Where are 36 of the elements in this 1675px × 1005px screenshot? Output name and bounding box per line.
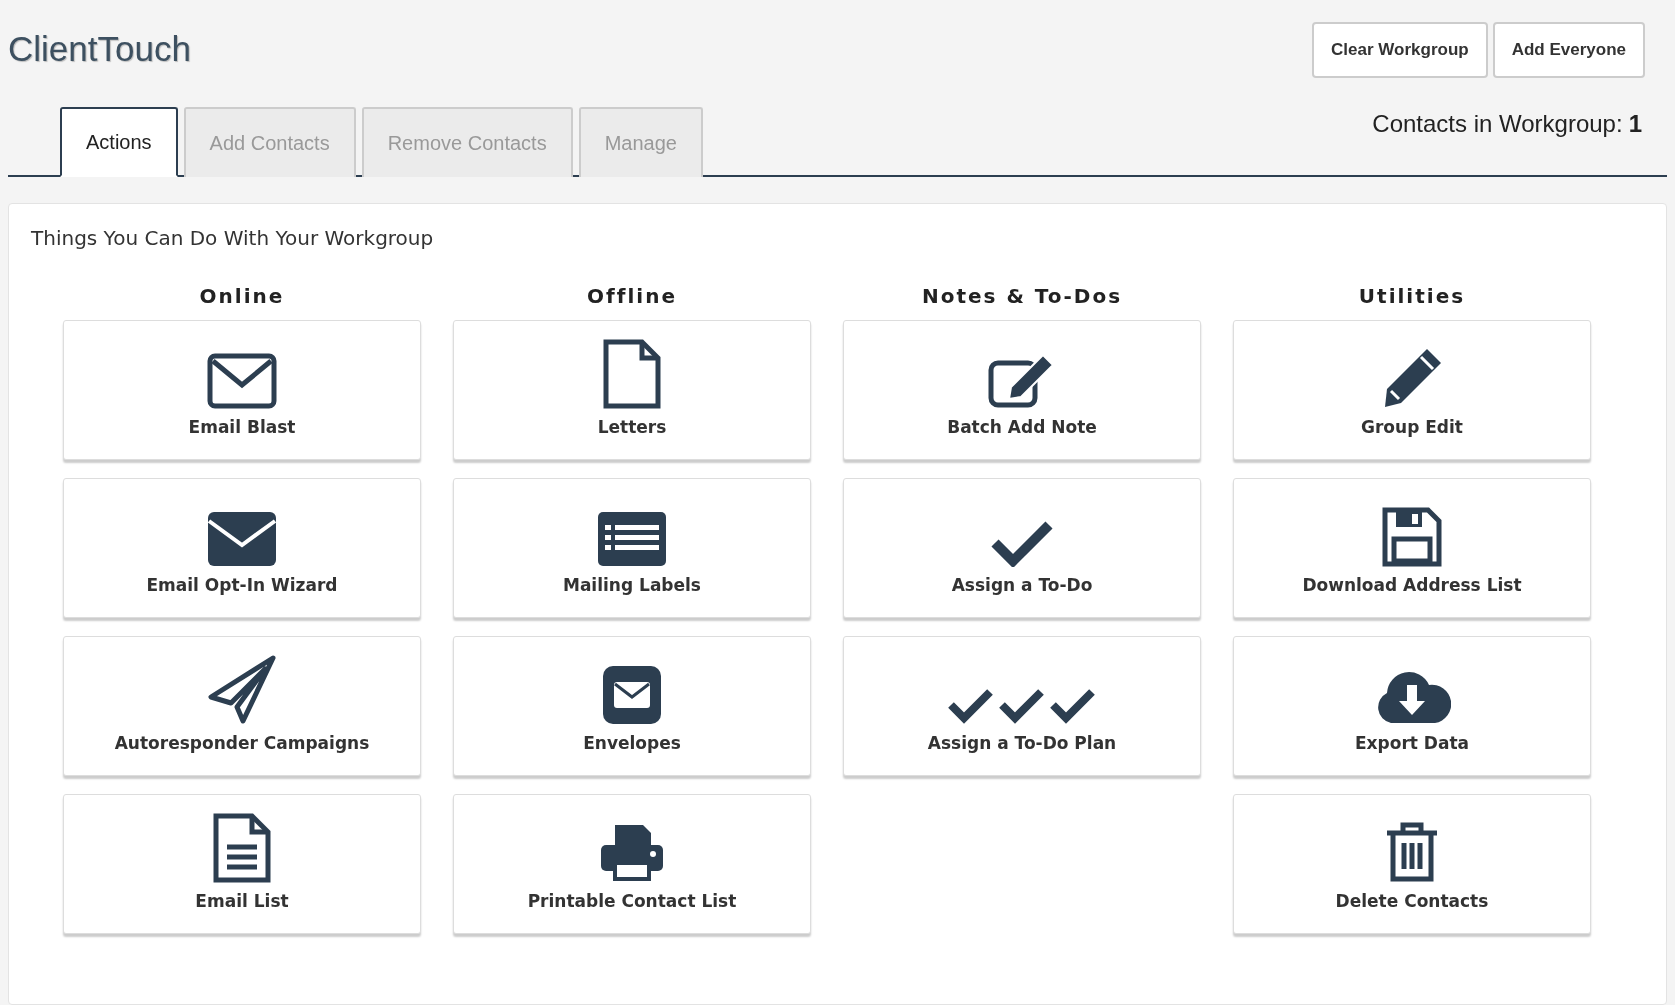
action-card[interactable]: Group Edit xyxy=(1233,320,1591,460)
action-card[interactable]: Assign a To-Do xyxy=(843,478,1201,618)
app-title: ClientTouch xyxy=(8,29,191,69)
action-card[interactable]: Email Blast xyxy=(63,320,421,460)
document-icon xyxy=(602,339,662,409)
action-card[interactable]: Batch Add Note xyxy=(843,320,1201,460)
list-icon xyxy=(597,511,667,567)
action-card[interactable]: Envelopes xyxy=(453,636,811,776)
action-card[interactable]: Autoresponder Campaigns xyxy=(63,636,421,776)
envelope-icon xyxy=(207,511,277,567)
action-card[interactable]: Assign a To-Do Plan xyxy=(843,636,1201,776)
header-button[interactable]: Add Everyone xyxy=(1492,22,1645,78)
action-card[interactable]: Mailing Labels xyxy=(453,478,811,618)
checkmark-icon xyxy=(991,519,1053,567)
column-heading: Online xyxy=(198,284,286,308)
action-card[interactable]: Letters xyxy=(453,320,811,460)
document-icon xyxy=(212,813,272,883)
workgroup-count: 1 xyxy=(1628,110,1642,138)
envelope-icon xyxy=(207,353,277,409)
header-button[interactable]: Clear Workgroup xyxy=(1312,22,1488,78)
action-card[interactable]: Delete Contacts xyxy=(1233,794,1591,934)
printer-icon xyxy=(599,823,665,883)
trash-icon xyxy=(1385,821,1439,883)
action-card[interactable]: Export Data xyxy=(1233,636,1591,776)
column-heading: Notes & To-Dos xyxy=(920,284,1124,308)
column-heading: Offline xyxy=(586,284,678,308)
envelope-icon xyxy=(602,665,662,725)
paper-plane-icon xyxy=(207,655,277,725)
tab[interactable]: Actions xyxy=(60,107,178,177)
action-card[interactable]: Email List xyxy=(63,794,421,934)
panel-heading: Things You Can Do With Your Workgroup xyxy=(31,226,435,250)
action-card[interactable]: Email Opt-In Wizard xyxy=(63,478,421,618)
workgroup-count-label: Contacts in Workgroup: xyxy=(1372,110,1623,138)
action-card[interactable]: Printable Contact List xyxy=(453,794,811,934)
action-card[interactable]: Download Address List xyxy=(1233,478,1591,618)
column-heading: Utilities xyxy=(1357,284,1467,308)
